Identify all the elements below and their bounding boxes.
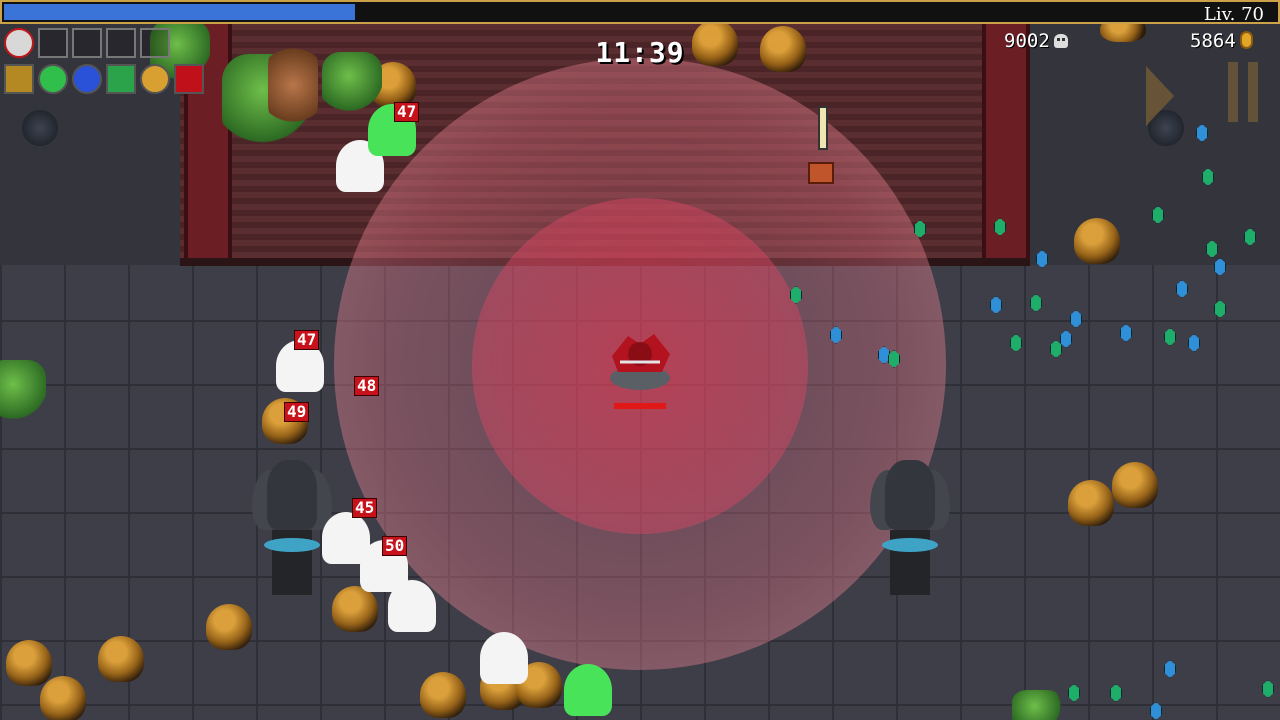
experience-bar: Liv. 70: [0, 0, 1280, 25]
golden-snake-enemy: [1074, 218, 1120, 264]
gold-count: 5864: [1190, 30, 1236, 52]
golden-snake-enemy: [420, 672, 466, 718]
gold-counter: 5864: [1190, 30, 1253, 52]
game-viewport[interactable]: 47 47 48 49 45 50 Liv. 70 11:39 9002 586…: [0, 0, 1280, 720]
player-character: [600, 326, 680, 396]
golden-snake-enemy: [1112, 462, 1158, 508]
gargoyle-brazier: [252, 460, 332, 600]
level-label: Liv. 70: [1203, 4, 1264, 25]
green-dragon-enemy: [0, 360, 46, 420]
player-health-bar: [614, 403, 666, 409]
golden-snake-enemy: [40, 676, 86, 720]
chest-indicator-arrow: [818, 106, 828, 150]
golden-snake-enemy: [6, 640, 52, 686]
golden-snake-enemy: [1068, 480, 1114, 526]
damage-number: 48: [354, 376, 380, 396]
golden-snake-enemy: [332, 586, 378, 632]
golden-snake-enemy: [206, 604, 252, 650]
white-ghost-enemy: [388, 580, 436, 632]
pause-icon[interactable]: [1228, 62, 1268, 126]
damage-number: 45: [352, 498, 378, 518]
damage-number: 47: [394, 102, 420, 122]
damage-number: 47: [294, 330, 320, 350]
play-icon[interactable]: [1146, 66, 1174, 126]
wall-demon-statue: [22, 110, 58, 146]
skull-icon: [1053, 34, 1068, 48]
damage-number: 50: [382, 536, 408, 556]
golden-snake-enemy: [98, 636, 144, 682]
white-ghost-enemy: [480, 632, 528, 684]
gargoyle-brazier: [870, 460, 950, 600]
green-dragon-enemy: [1012, 690, 1062, 720]
coin-icon: [1239, 31, 1253, 49]
damage-number: 49: [284, 402, 310, 422]
green-ghost-enemy: [564, 664, 612, 716]
treasure-chest-icon[interactable]: [808, 162, 834, 184]
experience-bar-fill: [4, 4, 355, 20]
kill-counter: 9002: [1004, 30, 1068, 52]
kill-count: 9002: [1004, 30, 1050, 52]
survival-timer: 11:39: [595, 36, 685, 69]
